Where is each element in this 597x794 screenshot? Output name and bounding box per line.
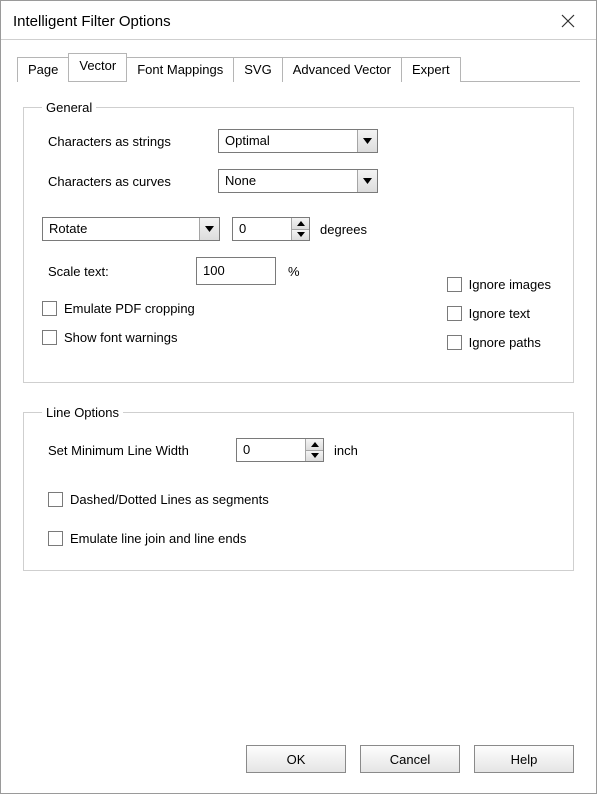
checkbox-box bbox=[447, 277, 462, 292]
check-label: Dashed/Dotted Lines as segments bbox=[70, 492, 269, 507]
tab-label: Page bbox=[28, 62, 58, 77]
spin-value: 0 bbox=[237, 439, 305, 461]
group-line-options-legend: Line Options bbox=[42, 405, 123, 420]
checkbox-box bbox=[447, 335, 462, 350]
row-rotate: Rotate 0 degrees bbox=[42, 217, 555, 241]
checkbox-box bbox=[42, 330, 57, 345]
spin-buttons bbox=[291, 218, 309, 240]
check-ignore-images[interactable]: Ignore images bbox=[447, 277, 551, 292]
check-ignore-text[interactable]: Ignore text bbox=[447, 306, 551, 321]
close-icon bbox=[561, 14, 575, 28]
group-line-options: Line Options Set Minimum Line Width 0 in… bbox=[23, 405, 574, 571]
combo-value: None bbox=[219, 170, 357, 192]
checkbox-box bbox=[48, 531, 63, 546]
group-general-legend: General bbox=[42, 100, 96, 115]
tab-font-mappings[interactable]: Font Mappings bbox=[126, 57, 234, 82]
chevron-down-icon bbox=[199, 218, 219, 240]
spin-min-line-width[interactable]: 0 bbox=[236, 438, 324, 462]
window-title: Intelligent Filter Options bbox=[13, 13, 171, 30]
input-value: 100 bbox=[203, 263, 225, 278]
tab-label: Vector bbox=[79, 58, 116, 73]
row-min-line-width: Set Minimum Line Width 0 inch bbox=[48, 438, 555, 462]
check-label: Ignore paths bbox=[469, 335, 541, 350]
check-ignore-paths[interactable]: Ignore paths bbox=[447, 335, 551, 350]
tab-label: Font Mappings bbox=[137, 62, 223, 77]
label-degrees: degrees bbox=[320, 222, 367, 237]
tab-svg[interactable]: SVG bbox=[233, 57, 282, 82]
combo-rotate[interactable]: Rotate bbox=[42, 217, 220, 241]
tab-page-vector: General Characters as strings Optimal Ch… bbox=[17, 82, 580, 599]
titlebar: Intelligent Filter Options bbox=[1, 1, 596, 40]
tab-page[interactable]: Page bbox=[17, 57, 69, 82]
row-chars-curves: Characters as curves None bbox=[48, 169, 555, 193]
tab-label: SVG bbox=[244, 62, 271, 77]
check-label: Show font warnings bbox=[64, 330, 177, 345]
ok-button[interactable]: OK bbox=[246, 745, 346, 773]
label-scale-unit: % bbox=[288, 264, 300, 279]
input-scale-text[interactable]: 100 bbox=[196, 257, 276, 285]
spin-rotate-degrees[interactable]: 0 bbox=[232, 217, 310, 241]
check-dashed-segments[interactable]: Dashed/Dotted Lines as segments bbox=[48, 492, 555, 507]
check-emulate-pdf-cropping[interactable]: Emulate PDF cropping bbox=[42, 301, 195, 316]
spin-down-icon[interactable] bbox=[292, 230, 309, 241]
label-min-line-width: Set Minimum Line Width bbox=[48, 443, 236, 458]
combo-chars-strings[interactable]: Optimal bbox=[218, 129, 378, 153]
check-label: Emulate line join and line ends bbox=[70, 531, 246, 546]
button-label: OK bbox=[287, 752, 306, 767]
combo-chars-curves[interactable]: None bbox=[218, 169, 378, 193]
tab-label: Expert bbox=[412, 62, 450, 77]
check-label: Emulate PDF cropping bbox=[64, 301, 195, 316]
label-scale-text: Scale text: bbox=[48, 264, 196, 279]
check-label: Ignore text bbox=[469, 306, 530, 321]
chevron-down-icon bbox=[357, 130, 377, 152]
combo-value: Optimal bbox=[219, 130, 357, 152]
content-area: Page Vector Font Mappings SVG Advanced V… bbox=[1, 40, 596, 733]
tab-expert[interactable]: Expert bbox=[401, 57, 461, 82]
chevron-down-icon bbox=[357, 170, 377, 192]
spin-down-icon[interactable] bbox=[306, 451, 323, 462]
tab-advanced-vector[interactable]: Advanced Vector bbox=[282, 57, 402, 82]
help-button[interactable]: Help bbox=[474, 745, 574, 773]
check-show-font-warnings[interactable]: Show font warnings bbox=[42, 330, 195, 345]
checkbox-columns: Emulate PDF cropping Show font warnings … bbox=[42, 301, 555, 364]
spin-up-icon[interactable] bbox=[292, 218, 309, 230]
tab-vector[interactable]: Vector bbox=[68, 53, 127, 80]
button-label: Cancel bbox=[390, 752, 430, 767]
check-label: Ignore images bbox=[469, 277, 551, 292]
checkbox-box bbox=[42, 301, 57, 316]
row-chars-strings: Characters as strings Optimal bbox=[48, 129, 555, 153]
spin-value: 0 bbox=[233, 218, 291, 240]
label-min-line-width-unit: inch bbox=[334, 443, 358, 458]
cancel-button[interactable]: Cancel bbox=[360, 745, 460, 773]
label-chars-curves: Characters as curves bbox=[48, 174, 218, 189]
dialog-window: Intelligent Filter Options Page Vector F… bbox=[0, 0, 597, 794]
button-label: Help bbox=[511, 752, 538, 767]
tabstrip: Page Vector Font Mappings SVG Advanced V… bbox=[17, 54, 580, 81]
spin-up-icon[interactable] bbox=[306, 439, 323, 451]
tab-label: Advanced Vector bbox=[293, 62, 391, 77]
checkbox-box bbox=[447, 306, 462, 321]
button-bar: OK Cancel Help bbox=[1, 733, 596, 793]
combo-value: Rotate bbox=[43, 218, 199, 240]
spin-buttons bbox=[305, 439, 323, 461]
label-chars-strings: Characters as strings bbox=[48, 134, 218, 149]
group-general: General Characters as strings Optimal Ch… bbox=[23, 100, 574, 383]
checkbox-box bbox=[48, 492, 63, 507]
close-button[interactable] bbox=[552, 9, 584, 33]
check-emulate-line-join[interactable]: Emulate line join and line ends bbox=[48, 531, 555, 546]
